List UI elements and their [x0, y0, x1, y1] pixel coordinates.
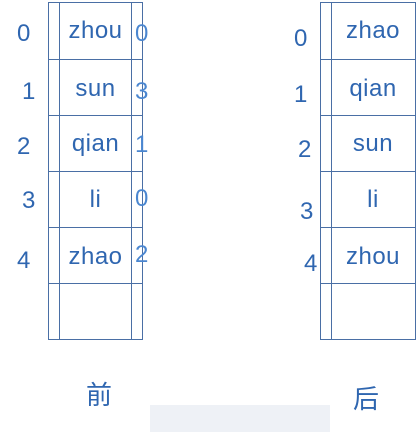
after-row-divider [321, 283, 415, 284]
after-row-divider [321, 171, 415, 172]
before-array: zhou sun qian li zhao [48, 2, 143, 340]
after-index-0: 0 [294, 25, 308, 52]
after-cell-4: zhou [345, 243, 401, 270]
before-side-value-0: 0 [135, 20, 149, 47]
after-array: zhao qian sun li zhou [320, 2, 416, 340]
before-index-0: 0 [17, 20, 31, 47]
after-index-3: 3 [300, 198, 314, 225]
before-index-2: 2 [17, 133, 31, 160]
after-row-divider [321, 59, 415, 60]
before-row-divider [49, 227, 142, 228]
after-caption: 后 [353, 384, 380, 414]
before-cell-4: zhao [68, 243, 123, 270]
after-index-4: 4 [304, 250, 318, 277]
before-caption: 前 [86, 380, 113, 410]
before-side-value-4: 2 [135, 241, 149, 268]
before-row-divider [49, 171, 142, 172]
after-cell-3: li [367, 186, 379, 213]
after-cell-2: sun [352, 130, 394, 157]
before-cell-0: zhou [68, 17, 123, 44]
bottom-strip [150, 405, 330, 432]
after-index-2: 2 [298, 136, 312, 163]
after-cell-0: zhao [345, 17, 401, 44]
before-side-value-1: 3 [135, 78, 149, 105]
before-cell-3: li [89, 186, 102, 213]
before-side-value-3: 0 [135, 185, 149, 212]
before-row-divider [49, 59, 142, 60]
before-row-divider [49, 283, 142, 284]
before-cell-2: qian [71, 130, 120, 157]
after-row-divider [321, 227, 415, 228]
before-cell-1: sun [75, 75, 116, 102]
before-index-3: 3 [22, 187, 36, 214]
after-index-1: 1 [294, 81, 308, 108]
before-side-value-2: 1 [135, 131, 149, 158]
before-index-1: 1 [22, 78, 36, 105]
before-row-divider [49, 115, 142, 116]
after-row-divider [321, 115, 415, 116]
after-cell-1: qian [349, 75, 397, 102]
before-index-4: 4 [17, 247, 31, 274]
